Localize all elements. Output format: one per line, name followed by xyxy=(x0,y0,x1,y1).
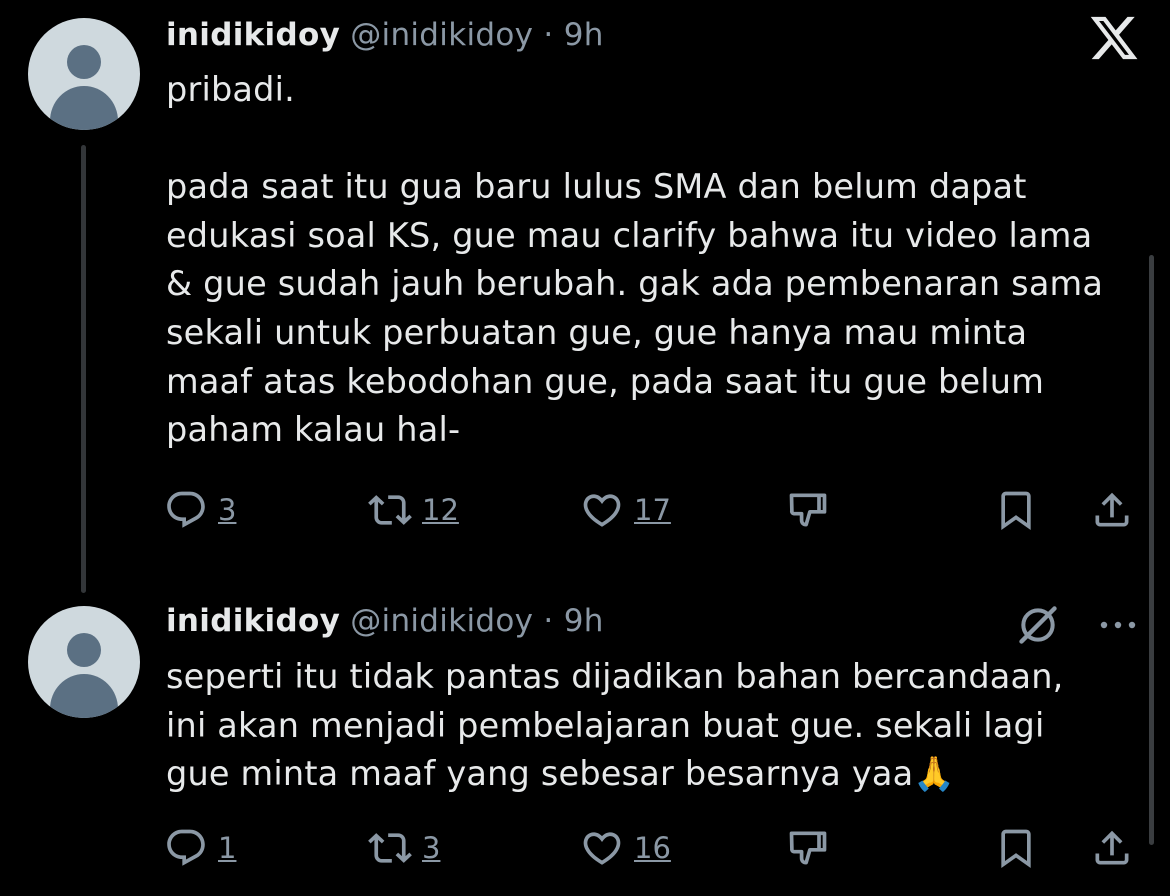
avatar[interactable] xyxy=(28,18,140,130)
like-count[interactable]: 17 xyxy=(634,493,671,527)
dislike-icon xyxy=(789,493,827,527)
thread-connector xyxy=(81,145,86,593)
retweet-count[interactable]: 12 xyxy=(422,493,459,527)
tweet-header: inidikidoy @inidikidoy · 9h xyxy=(166,603,604,639)
dislike-icon xyxy=(789,831,827,865)
share-button[interactable] xyxy=(1090,826,1134,870)
reply-button[interactable]: 1 xyxy=(164,826,236,870)
timestamp[interactable]: · 9h xyxy=(543,603,603,639)
display-name[interactable]: inidikidoy xyxy=(166,17,340,53)
retweet-count[interactable]: 3 xyxy=(422,831,440,865)
reply-count[interactable]: 3 xyxy=(218,493,236,527)
tweet-text: pribadi. pada saat itu gua baru lulus SM… xyxy=(166,70,1104,450)
reply-icon xyxy=(167,491,205,528)
display-name[interactable]: inidikidoy xyxy=(166,603,340,639)
x-logo-icon[interactable] xyxy=(1088,12,1140,64)
reply-icon xyxy=(167,829,205,866)
heart-icon xyxy=(583,494,621,527)
tweet-actions: 1 3 16 xyxy=(0,826,1170,876)
scrollbar[interactable] xyxy=(1149,255,1154,845)
retweet-icon xyxy=(368,833,412,863)
grok-icon[interactable] xyxy=(1016,603,1060,647)
like-button[interactable]: 17 xyxy=(580,488,671,532)
share-icon xyxy=(1095,492,1129,527)
retweet-icon xyxy=(368,495,412,525)
user-handle[interactable]: @inidikidoy xyxy=(350,17,533,53)
bookmark-button[interactable] xyxy=(994,488,1038,532)
heart-icon xyxy=(583,832,621,865)
share-button[interactable] xyxy=(1090,488,1134,532)
user-handle[interactable]: @inidikidoy xyxy=(350,603,533,639)
dislike-button[interactable] xyxy=(786,826,830,870)
dislike-button[interactable] xyxy=(786,488,830,532)
bookmark-button[interactable] xyxy=(994,826,1038,870)
share-icon xyxy=(1095,830,1129,865)
more-icon[interactable] xyxy=(1096,612,1140,638)
reply-button[interactable]: 3 xyxy=(164,488,236,532)
bookmark-icon xyxy=(1001,829,1031,869)
retweet-button[interactable]: 3 xyxy=(368,826,440,870)
like-button[interactable]: 16 xyxy=(580,826,671,870)
reply-count[interactable]: 1 xyxy=(218,831,236,865)
tweet-header: inidikidoy @inidikidoy · 9h xyxy=(166,17,604,53)
tweet-text: seperti itu tidak pantas dijadikan bahan… xyxy=(166,657,1064,794)
bookmark-icon xyxy=(1001,491,1031,531)
tweet-actions: 3 12 17 xyxy=(0,488,1170,538)
avatar[interactable] xyxy=(28,606,140,718)
retweet-button[interactable]: 12 xyxy=(368,488,459,532)
like-count[interactable]: 16 xyxy=(634,831,671,865)
timestamp[interactable]: · 9h xyxy=(543,17,603,53)
